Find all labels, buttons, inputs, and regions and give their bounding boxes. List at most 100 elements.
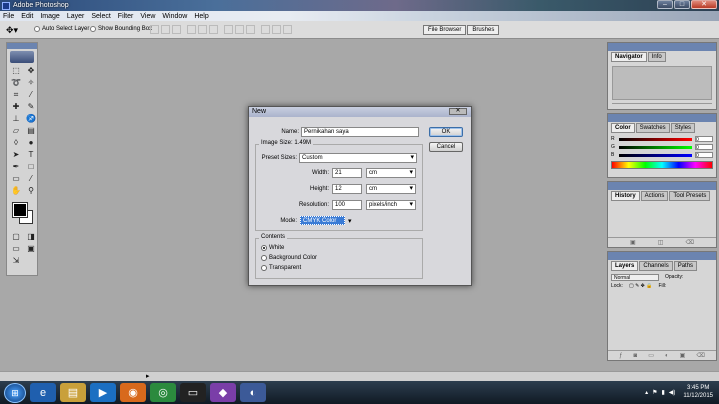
slice-tool-icon[interactable]: ⁄	[25, 90, 37, 100]
auto-select-checkbox[interactable]	[34, 26, 40, 32]
distribute-bottom-icon[interactable]	[246, 25, 255, 34]
tab-styles[interactable]: Styles	[670, 123, 696, 133]
blend-mode-select[interactable]: Normal	[611, 274, 659, 281]
screen-mode-icon[interactable]: ▭	[10, 244, 22, 254]
navigator-palette-header[interactable]	[608, 43, 716, 51]
gradient-tool-icon[interactable]: ▤	[25, 126, 37, 136]
menu-layer[interactable]: Layer	[67, 13, 85, 20]
network-icon[interactable]: ▮	[661, 389, 664, 396]
align-top-icon[interactable]	[150, 25, 159, 34]
trash-icon[interactable]: ⌫	[685, 239, 693, 246]
distribute-center-icon[interactable]	[272, 25, 281, 34]
align-center-icon[interactable]	[198, 25, 207, 34]
height-unit-select[interactable]: cm	[366, 184, 416, 194]
name-input[interactable]: Pernikahan saya	[301, 127, 419, 137]
crop-tool-icon[interactable]: ⌗	[10, 90, 22, 100]
mode-select[interactable]: CMYK Color	[300, 216, 345, 225]
red-value[interactable]: 0	[695, 136, 713, 143]
resolution-unit-select[interactable]: pixels/inch	[366, 200, 416, 210]
marquee-tool-icon[interactable]: ⬚	[10, 66, 22, 76]
clock[interactable]: 3:45 PM 11/12/2015	[683, 384, 713, 400]
show-bounding-box-option[interactable]: Show Bounding Box	[90, 26, 152, 32]
healing-brush-tool-icon[interactable]: ✚	[10, 102, 22, 112]
tab-layers[interactable]: Layers	[611, 261, 639, 271]
tab-color[interactable]: Color	[611, 123, 635, 133]
tab-tool-presets[interactable]: Tool Presets	[669, 191, 711, 201]
menu-view[interactable]: View	[140, 13, 155, 20]
preset-sizes-select[interactable]: Custom	[299, 153, 417, 163]
delete-layer-icon[interactable]: ⌫	[696, 352, 704, 359]
adjustment-layer-icon[interactable]: ◐	[665, 353, 669, 359]
firefox-icon[interactable]: ◉	[120, 383, 146, 402]
color-spectrum[interactable]	[611, 161, 713, 169]
auto-select-layer-option[interactable]: Auto Select Layer	[34, 26, 89, 32]
status-arrow-icon[interactable]: ▸	[146, 372, 150, 380]
move-tool-preset-icon[interactable]: ✥▾	[6, 25, 18, 36]
width-unit-select[interactable]: cm	[366, 168, 416, 178]
volume-icon[interactable]: ◀)	[669, 389, 676, 396]
file-explorer-icon[interactable]: ▤	[60, 383, 86, 402]
tab-channels[interactable]: Channels	[639, 261, 673, 271]
layer-mask-icon[interactable]: ◙	[634, 353, 638, 359]
new-snapshot-icon[interactable]: ◫	[658, 239, 664, 246]
command-prompt-icon[interactable]: ▭	[180, 383, 206, 402]
dodge-tool-icon[interactable]: ●	[25, 138, 37, 148]
distribute-left-icon[interactable]	[261, 25, 270, 34]
jump-to-imageready-icon[interactable]: ⇲	[10, 256, 22, 266]
type-tool-icon[interactable]: T	[25, 150, 37, 160]
photoshop-taskbar-icon[interactable]: ◐	[240, 383, 266, 402]
menu-image[interactable]: Image	[40, 13, 59, 20]
minimize-button[interactable]: –	[657, 0, 673, 9]
contents-transparent-option[interactable]: Transparent	[261, 265, 301, 271]
photoshop-logo[interactable]	[10, 51, 34, 63]
distribute-top-icon[interactable]	[224, 25, 233, 34]
blur-tool-icon[interactable]: ◊	[10, 138, 22, 148]
menu-select[interactable]: Select	[91, 13, 110, 20]
menu-help[interactable]: Help	[194, 13, 208, 20]
mode-dropdown-icon[interactable]: ▾	[348, 217, 352, 225]
layer-style-icon[interactable]: ƒ	[619, 353, 622, 359]
eyedropper-tool-icon[interactable]: ⁄	[25, 174, 37, 184]
dialog-close-button[interactable]: ✕	[449, 108, 467, 115]
layers-palette-header[interactable]	[608, 252, 716, 260]
distribute-right-icon[interactable]	[283, 25, 292, 34]
standard-mode-icon[interactable]: ▢	[10, 232, 22, 242]
brush-tool-icon[interactable]: ✎	[25, 102, 37, 112]
tab-brushes[interactable]: Brushes	[467, 25, 500, 35]
contents-background-radio[interactable]	[261, 255, 267, 261]
align-bottom-icon[interactable]	[172, 25, 181, 34]
blue-slider[interactable]	[619, 153, 692, 157]
cancel-button[interactable]: Cancel	[429, 142, 463, 152]
contents-white-option[interactable]: White	[261, 245, 284, 251]
lock-icons[interactable]: ▢ ✎ ✥ 🔒	[629, 283, 653, 289]
tray-expand-icon[interactable]: ▴	[645, 389, 648, 396]
menu-window[interactable]: Window	[162, 13, 187, 20]
bounding-box-checkbox[interactable]	[90, 26, 96, 32]
distribute-middle-icon[interactable]	[235, 25, 244, 34]
media-player-icon[interactable]: ▶	[90, 383, 116, 402]
magic-wand-tool-icon[interactable]: ✧	[25, 78, 37, 88]
navigator-preview[interactable]	[612, 66, 712, 100]
chrome-icon[interactable]: ◎	[150, 383, 176, 402]
width-input[interactable]: 21	[332, 168, 362, 178]
lasso-tool-icon[interactable]: ➰	[10, 78, 22, 88]
zoom-tool-icon[interactable]: ⚲	[25, 186, 37, 196]
contents-background-option[interactable]: Background Color	[261, 255, 317, 261]
tab-history[interactable]: History	[611, 191, 640, 201]
ok-button[interactable]: OK	[429, 127, 463, 137]
move-tool-icon[interactable]: ✥	[25, 66, 37, 76]
hand-tool-icon[interactable]: ✋	[10, 186, 22, 196]
new-layer-icon[interactable]: ▣	[680, 352, 686, 359]
new-document-icon[interactable]: ▣	[630, 239, 636, 246]
notes-tool-icon[interactable]: ▭	[10, 174, 22, 184]
tab-swatches[interactable]: Swatches	[635, 123, 670, 133]
app-icon[interactable]: ◆	[210, 383, 236, 402]
tab-actions[interactable]: Actions	[640, 191, 669, 201]
history-palette-header[interactable]	[608, 182, 716, 190]
tools-palette-header[interactable]	[7, 43, 37, 49]
align-middle-icon[interactable]	[161, 25, 170, 34]
quick-mask-mode-icon[interactable]: ◨	[25, 232, 37, 242]
layer-set-icon[interactable]: ▭	[648, 352, 654, 359]
foreground-color-swatch[interactable]	[12, 202, 28, 218]
shape-tool-icon[interactable]: □	[25, 162, 37, 172]
